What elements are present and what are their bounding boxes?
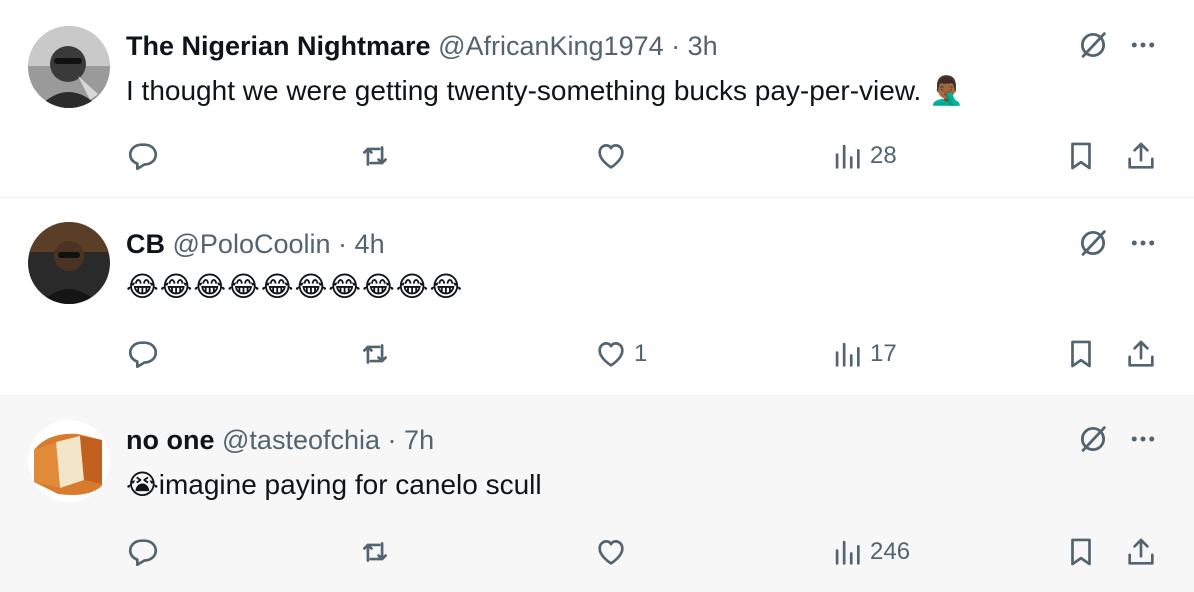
display-name[interactable]: The Nigerian Nightmare [126, 31, 431, 61]
share-icon [1124, 337, 1158, 371]
tweet-top-actions [1076, 28, 1158, 62]
like-count: 1 [634, 340, 648, 367]
more-icon[interactable] [1128, 424, 1158, 454]
share-icon [1124, 139, 1158, 173]
display-name[interactable]: no one [126, 425, 215, 455]
tweet-actions: 1 17 [0, 334, 1194, 374]
timestamp[interactable]: 4h [355, 229, 385, 259]
timestamp[interactable]: 3h [688, 31, 718, 61]
like-icon [594, 535, 628, 569]
timestamp[interactable]: 7h [404, 425, 434, 455]
retweet-icon [358, 139, 392, 173]
views-icon [830, 139, 864, 173]
like-button[interactable] [594, 532, 634, 572]
tweet[interactable]: no one @tasteofchia · 7h 😭imagine paying… [0, 396, 1194, 592]
separator-dot: · [338, 229, 348, 259]
views-count: 28 [870, 142, 897, 169]
user-handle[interactable]: @tasteofchia [222, 425, 380, 455]
tweet-header: no one @tasteofchia · 7h [126, 422, 434, 458]
like-button[interactable] [594, 136, 634, 176]
share-button[interactable] [1124, 532, 1158, 572]
reply-button[interactable] [126, 532, 160, 572]
views-count: 246 [870, 538, 911, 565]
tweet-header: The Nigerian Nightmare @AfricanKing1974 … [126, 28, 718, 64]
bookmark-icon [1064, 535, 1098, 569]
tweet-top-actions [1076, 422, 1158, 456]
avatar[interactable] [28, 26, 110, 108]
reply-button[interactable] [126, 136, 160, 176]
tweet-text: 😭imagine paying for canelo scull [126, 469, 542, 500]
grok-icon[interactable] [1076, 422, 1110, 456]
retweet-button[interactable] [358, 532, 392, 572]
grok-icon[interactable] [1076, 226, 1110, 260]
views-count: 17 [870, 340, 897, 367]
bookmark-icon [1064, 337, 1098, 371]
more-icon[interactable] [1128, 228, 1158, 258]
user-handle[interactable]: @AfricanKing1974 [438, 31, 664, 61]
retweet-button[interactable] [358, 334, 392, 374]
retweet-icon [358, 337, 392, 371]
tweet-actions: 246 [0, 532, 1194, 572]
tweet[interactable]: The Nigerian Nightmare @AfricanKing1974 … [0, 0, 1194, 198]
tweet-text: I thought we were getting twenty-somethi… [126, 75, 964, 106]
views-icon [830, 337, 864, 371]
tweet-actions: 28 [0, 136, 1194, 176]
like-icon [594, 139, 628, 173]
avatar[interactable] [28, 222, 110, 304]
display-name[interactable]: CB [126, 229, 165, 259]
views-button[interactable]: 17 [830, 334, 897, 374]
separator-dot: · [671, 31, 681, 61]
bookmark-icon [1064, 139, 1098, 173]
bookmark-button[interactable] [1064, 532, 1098, 572]
avatar[interactable] [28, 420, 110, 502]
tweet-header: CB @PoloCoolin · 4h [126, 226, 385, 262]
reply-icon [126, 139, 160, 173]
more-icon[interactable] [1128, 30, 1158, 60]
reply-icon [126, 337, 160, 371]
retweet-button[interactable] [358, 136, 392, 176]
retweet-icon [358, 535, 392, 569]
user-handle[interactable]: @PoloCoolin [173, 229, 331, 259]
views-button[interactable]: 246 [830, 532, 910, 572]
like-button[interactable]: 1 [594, 334, 647, 374]
reply-button[interactable] [126, 334, 160, 374]
tweet[interactable]: CB @PoloCoolin · 4h 😂😂😂😂😂😂😂😂😂😂 1 17 [0, 198, 1194, 396]
tweet-text: 😂😂😂😂😂😂😂😂😂😂 [126, 271, 464, 302]
views-button[interactable]: 28 [830, 136, 897, 176]
reply-feed: The Nigerian Nightmare @AfricanKing1974 … [0, 0, 1194, 592]
separator-dot: · [387, 425, 397, 455]
bookmark-button[interactable] [1064, 334, 1098, 374]
share-button[interactable] [1124, 334, 1158, 374]
share-icon [1124, 535, 1158, 569]
like-icon [594, 337, 628, 371]
share-button[interactable] [1124, 136, 1158, 176]
bookmark-button[interactable] [1064, 136, 1098, 176]
tweet-top-actions [1076, 226, 1158, 260]
grok-icon[interactable] [1076, 28, 1110, 62]
views-icon [830, 535, 864, 569]
reply-icon [126, 535, 160, 569]
